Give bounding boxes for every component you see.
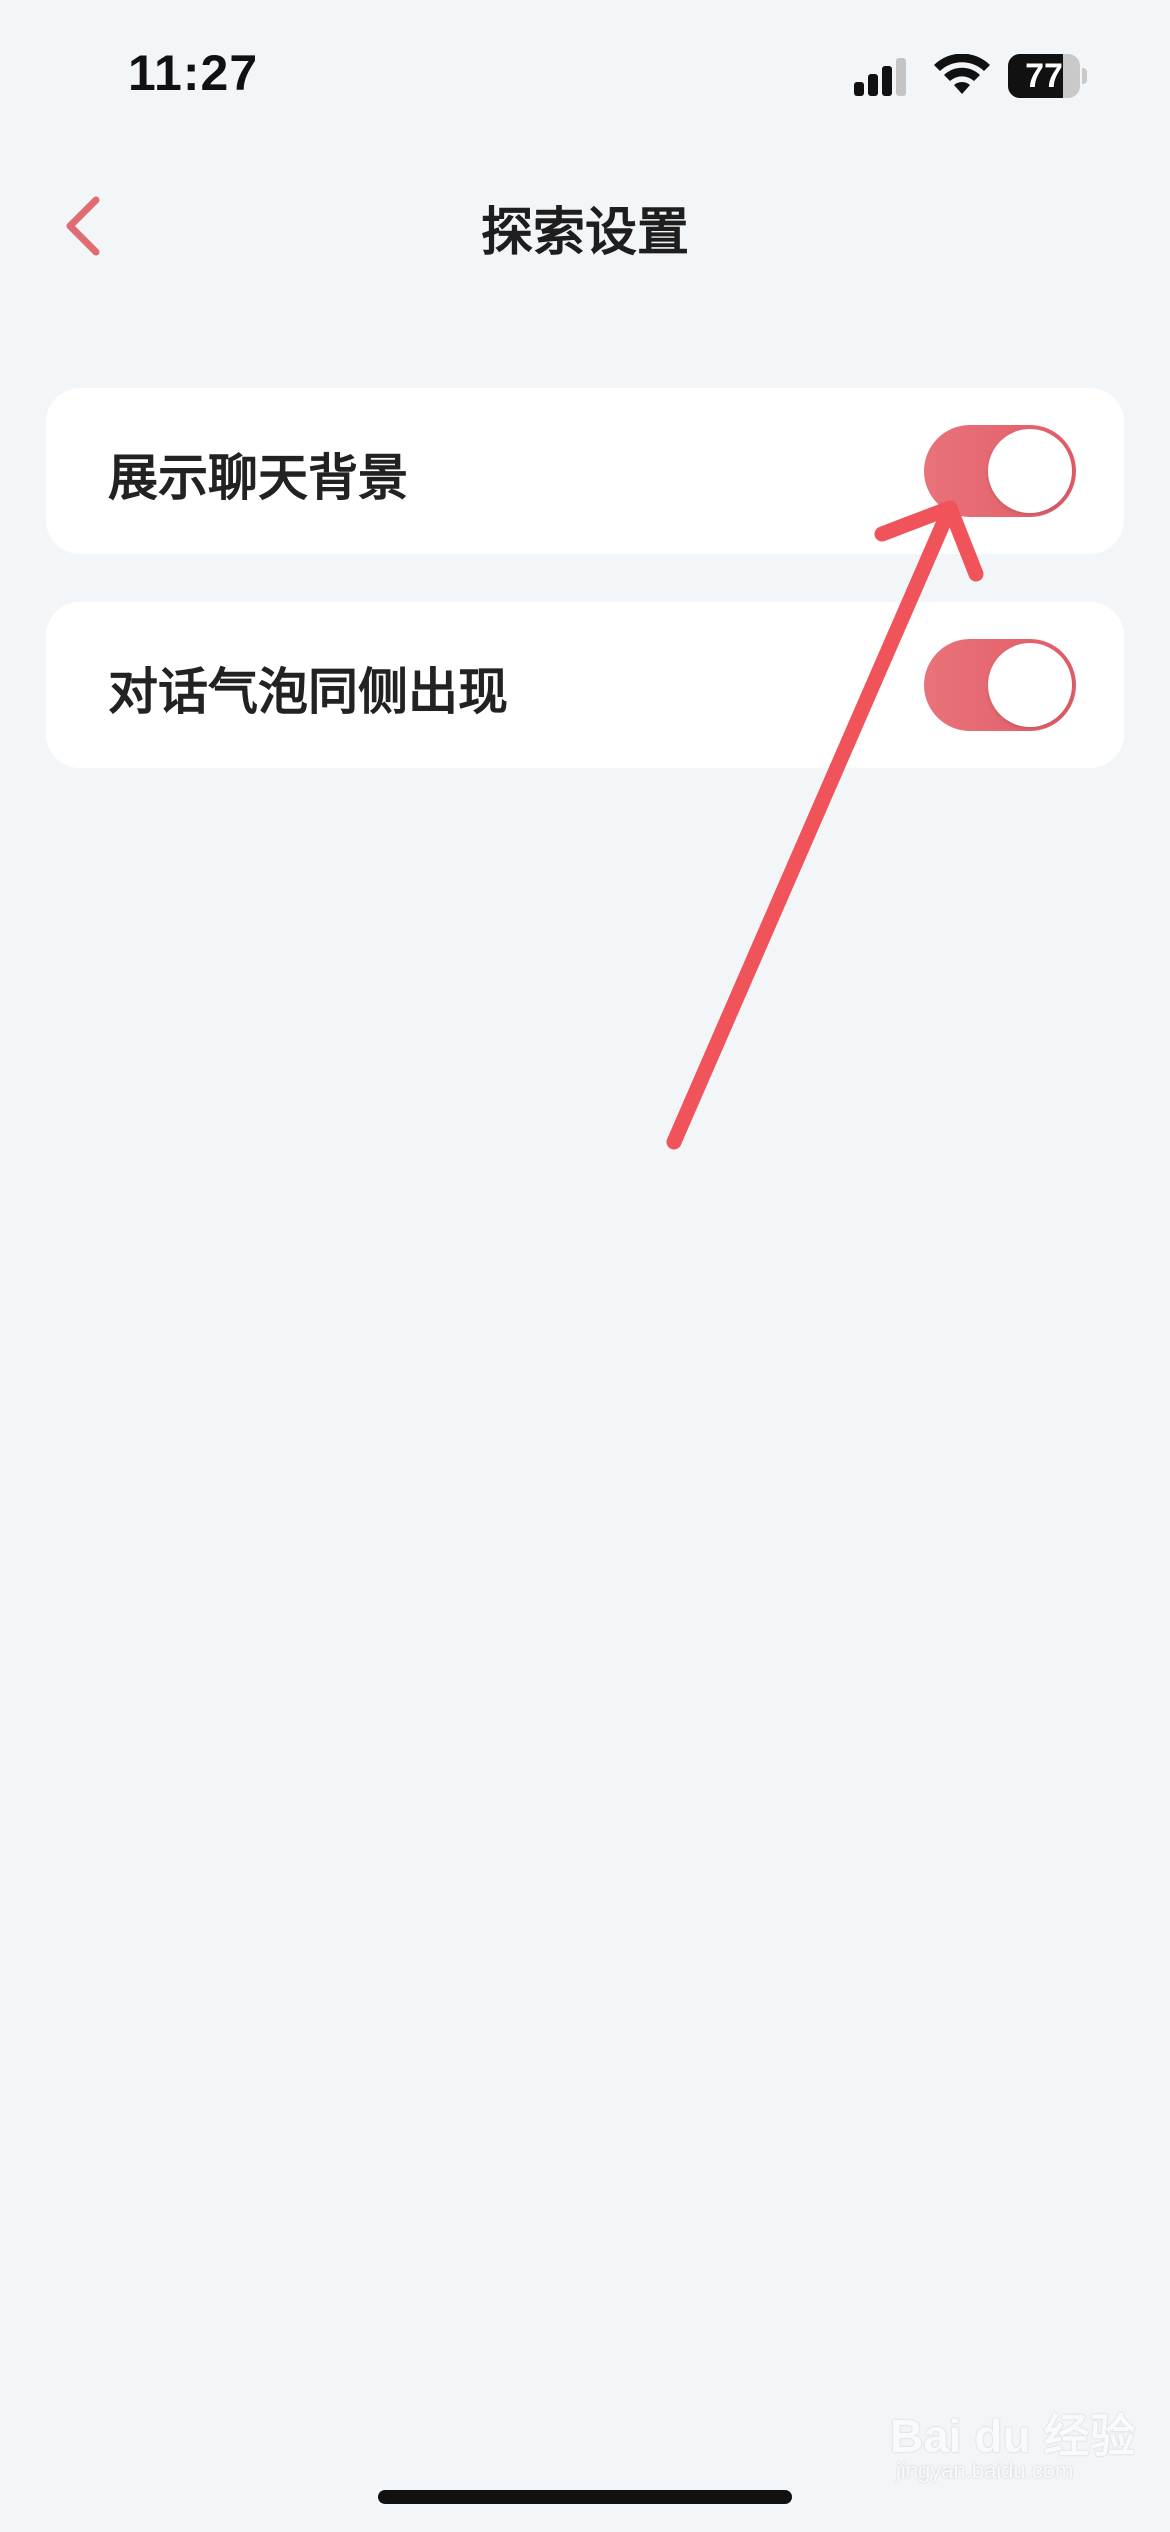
status-time: 11:27 — [128, 45, 259, 101]
setting-row-chat-background: 展示聊天背景 — [46, 388, 1124, 554]
bubble-same-side-toggle[interactable] — [924, 639, 1076, 731]
watermark-url: jingyan.baidu.com — [896, 2458, 1074, 2483]
battery-level: 77 — [1025, 57, 1063, 95]
cellular-signal-icon — [854, 58, 906, 96]
wifi-icon — [934, 54, 990, 94]
setting-label: 展示聊天背景 — [108, 449, 408, 507]
page-title: 探索设置 — [480, 203, 689, 263]
toggle-knob — [988, 643, 1072, 727]
nav-bar: 探索设置 — [0, 160, 1170, 290]
battery-icon: 77 — [1008, 54, 1087, 98]
annotation-arrow — [666, 500, 984, 1150]
watermark: Bai du 经验 jingyan.baidu.com — [890, 2400, 1135, 2500]
status-bar: 11:27 77 — [0, 0, 1170, 150]
toggle-knob — [988, 429, 1072, 513]
watermark-brand: Bai du 经验 — [890, 2410, 1136, 2462]
setting-row-bubble-same-side: 对话气泡同侧出现 — [46, 602, 1124, 768]
chat-background-toggle[interactable] — [924, 425, 1076, 517]
setting-label: 对话气泡同侧出现 — [108, 663, 508, 721]
home-indicator[interactable] — [378, 2490, 792, 2504]
